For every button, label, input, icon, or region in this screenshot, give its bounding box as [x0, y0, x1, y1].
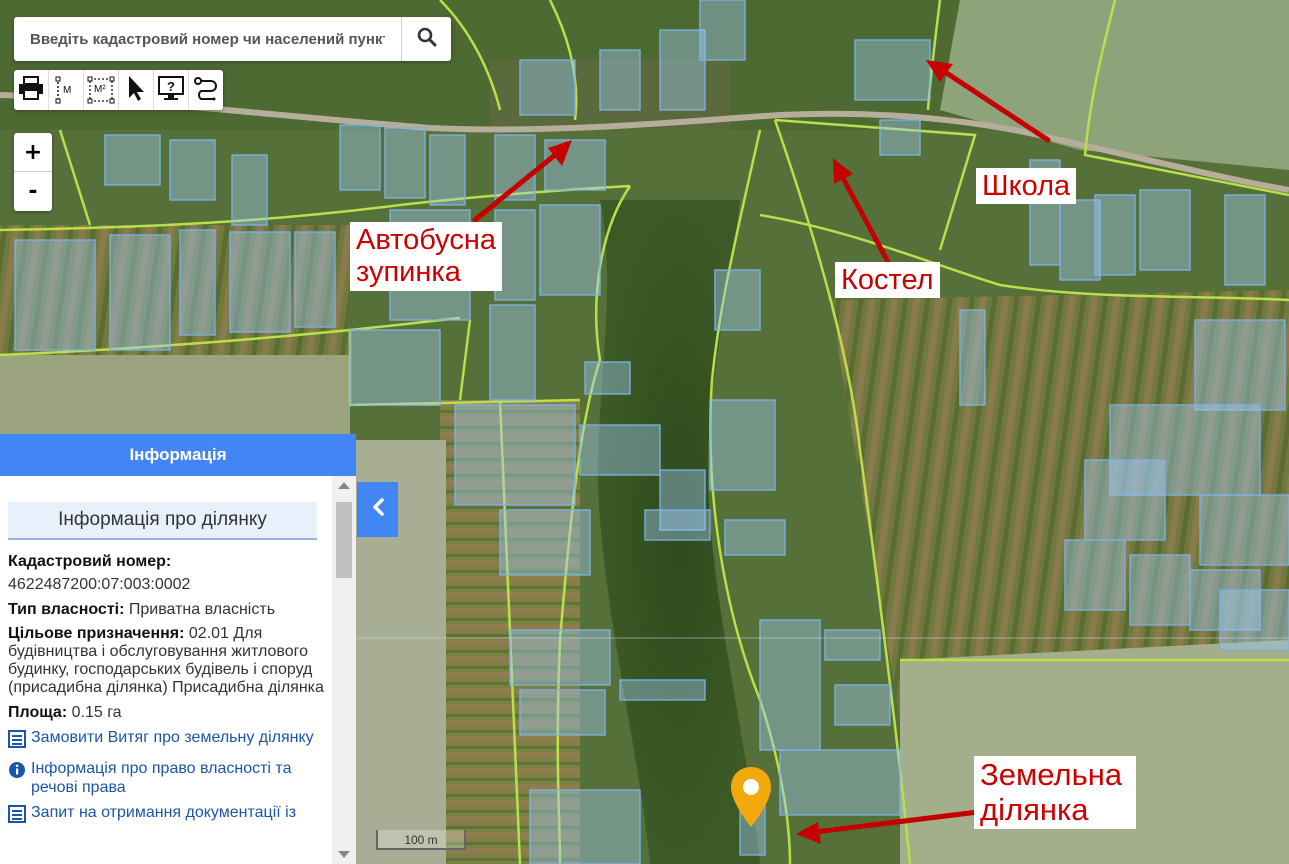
route-button[interactable] — [189, 70, 223, 110]
document-list-icon — [8, 805, 26, 828]
search-button[interactable] — [401, 17, 451, 61]
parcel-info: Кадастровий номер: 4622487200:07:003:000… — [8, 552, 324, 828]
search-bar — [14, 17, 451, 61]
help-button[interactable]: ? — [154, 70, 189, 110]
search-icon — [417, 27, 437, 52]
ownership-label: Тип власності: — [8, 601, 125, 618]
print-button[interactable] — [14, 70, 49, 110]
section-title: Інформація про ділянку — [8, 502, 317, 540]
length-unit-label: М — [63, 85, 72, 96]
church-label: Костел — [835, 262, 940, 299]
zoom-control: + - — [14, 133, 52, 211]
ownership-rights-link[interactable]: Інформація про право власності та речові… — [8, 759, 324, 797]
zoom-in-button[interactable]: + — [14, 133, 52, 172]
order-extract-link-text: Замовити Витяг про земельну ділянку — [31, 729, 314, 746]
ruler-length-icon: М — [55, 76, 77, 104]
select-button[interactable] — [119, 70, 154, 110]
document-list-icon — [8, 730, 26, 753]
cadastral-number-label: Кадастровий номер: — [8, 553, 172, 570]
area-value: 0.15 га — [71, 704, 122, 721]
area-label: Площа: — [8, 704, 68, 721]
order-extract-link[interactable]: Замовити Витяг про земельну ділянку — [8, 728, 324, 753]
route-icon — [193, 75, 219, 106]
svg-text:?: ? — [167, 79, 175, 94]
search-input[interactable] — [14, 19, 402, 59]
ownership-value: Приватна власність — [128, 601, 276, 618]
land-plot-label: Земельна ділянка — [974, 756, 1136, 830]
zoom-out-button[interactable]: - — [14, 172, 52, 210]
school-label: Школа — [976, 168, 1077, 205]
area-measure-icon: М² — [87, 76, 115, 104]
scroll-down-arrow-icon[interactable] — [338, 851, 350, 858]
chevron-left-icon — [371, 497, 385, 522]
collapse-panel-button[interactable] — [357, 482, 398, 537]
monitor-question-icon: ? — [158, 75, 184, 106]
measure-length-button[interactable]: М — [49, 70, 84, 110]
purpose-label: Цільове призначення: — [8, 625, 185, 642]
info-icon — [8, 761, 26, 797]
documentation-request-link[interactable]: Запит на отримання документації із — [8, 803, 324, 828]
scroll-up-arrow-icon[interactable] — [338, 482, 350, 489]
printer-icon — [18, 75, 44, 105]
ownership-rights-link-text: Інформація про право власності та речові… — [31, 760, 292, 796]
cursor-arrow-icon — [126, 74, 146, 107]
scale-bar: 100 m — [376, 830, 466, 850]
location-marker-icon[interactable] — [729, 765, 773, 829]
panel-header: Інформація — [0, 434, 356, 476]
panel-body: Інформація про ділянку Кадастровий номер… — [0, 476, 332, 864]
panel-scrollbar[interactable] — [332, 476, 356, 864]
info-panel: Інформація Інформація про ділянку Кадаст… — [0, 434, 356, 864]
measure-area-button[interactable]: М² — [84, 70, 119, 110]
documentation-request-link-text: Запит на отримання документації із — [31, 804, 297, 821]
map-toolbar: М М² ? — [14, 70, 223, 110]
cadastral-number-value: 4622487200:07:003:0002 — [8, 576, 191, 593]
scrollbar-thumb[interactable] — [336, 502, 352, 578]
bus-stop-label: Автобусна зупинка — [350, 222, 502, 291]
area-unit-label: М² — [94, 84, 106, 95]
